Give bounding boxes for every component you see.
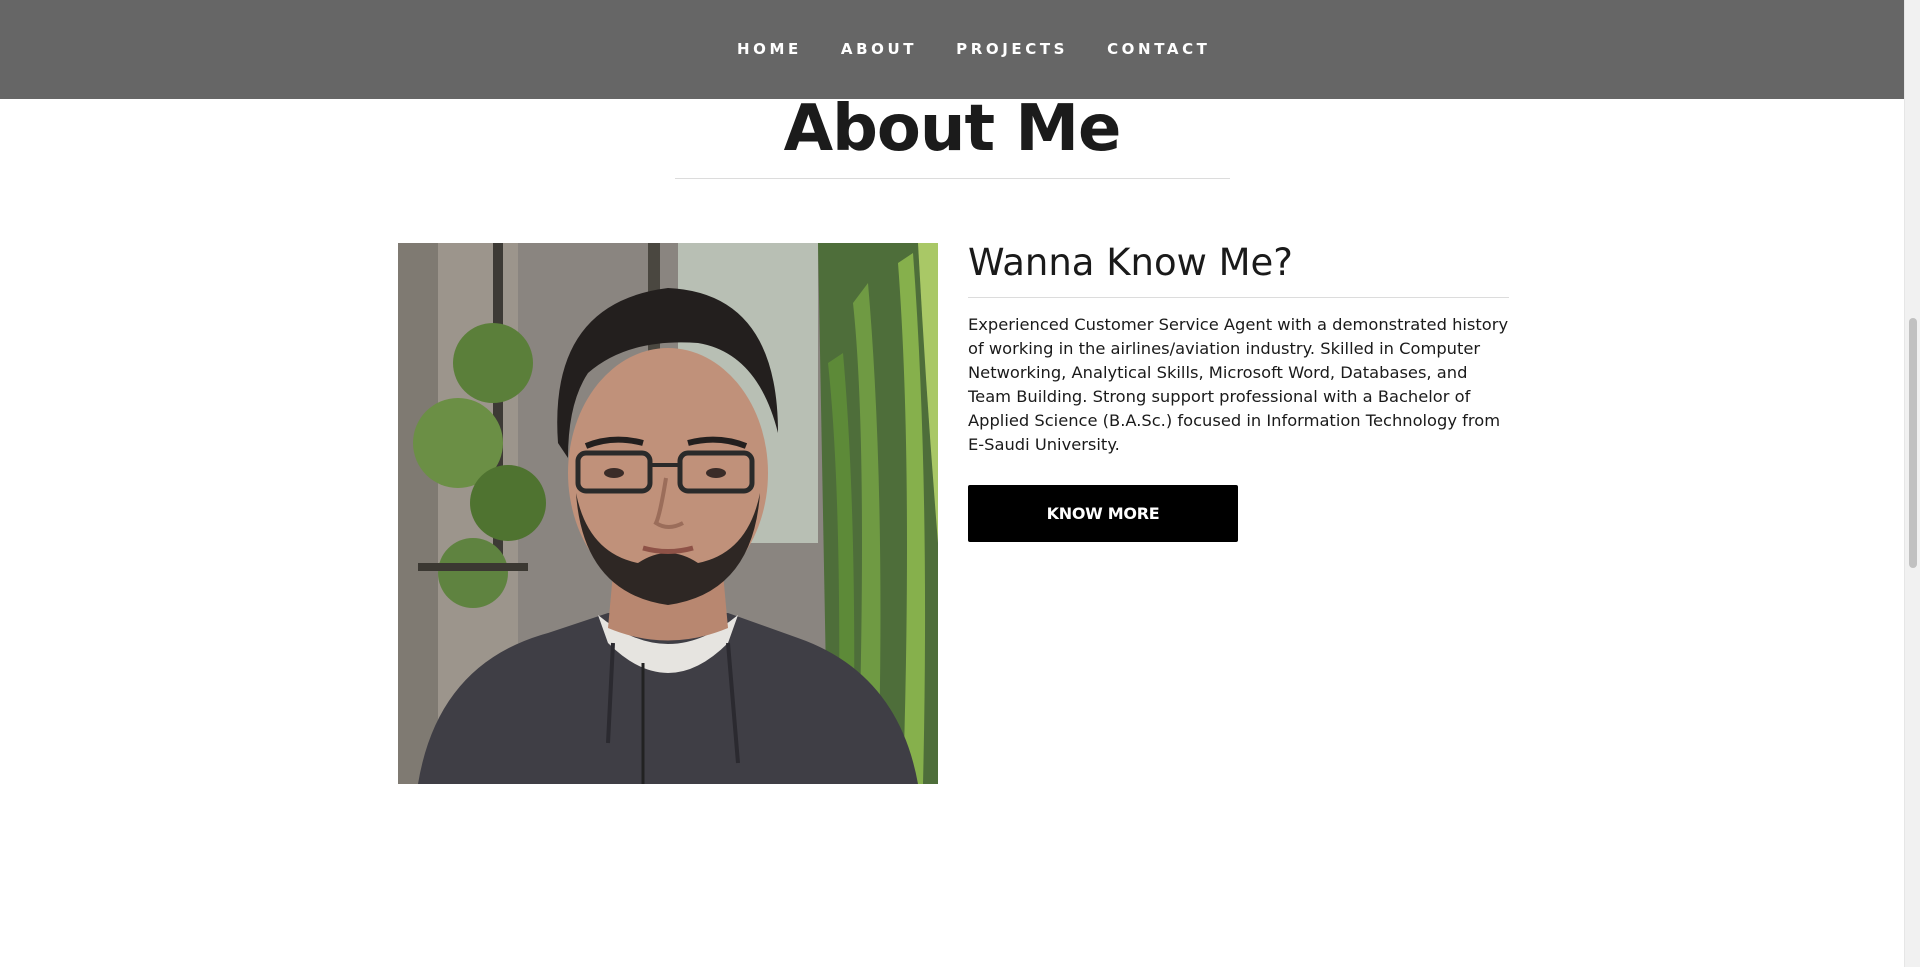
nav-link-projects[interactable]: PROJECTS [956, 40, 1068, 58]
scrollbar-thumb[interactable] [1909, 318, 1917, 568]
title-divider [675, 178, 1230, 179]
know-more-button[interactable]: KNOW MORE [968, 485, 1238, 542]
navbar: HOME ABOUT PROJECTS CONTACT [0, 0, 1904, 99]
nav-link-home[interactable]: HOME [737, 40, 802, 58]
profile-photo-illustration [398, 243, 938, 784]
page: HOME ABOUT PROJECTS CONTACT About Me Wan… [0, 0, 1920, 967]
nav-link-contact[interactable]: CONTACT [1107, 40, 1210, 58]
bio-text: Experienced Customer Service Agent with … [968, 315, 1509, 454]
profile-photo [398, 243, 938, 784]
vertical-scrollbar[interactable] [1904, 0, 1920, 967]
about-section: HOME ABOUT PROJECTS CONTACT About Me Wan… [0, 0, 1904, 967]
nav-links: HOME ABOUT PROJECTS CONTACT [737, 37, 1211, 61]
intro-divider [968, 297, 1509, 298]
intro-heading: Wanna Know Me? [968, 241, 1293, 284]
nav-link-about[interactable]: ABOUT [841, 40, 917, 58]
